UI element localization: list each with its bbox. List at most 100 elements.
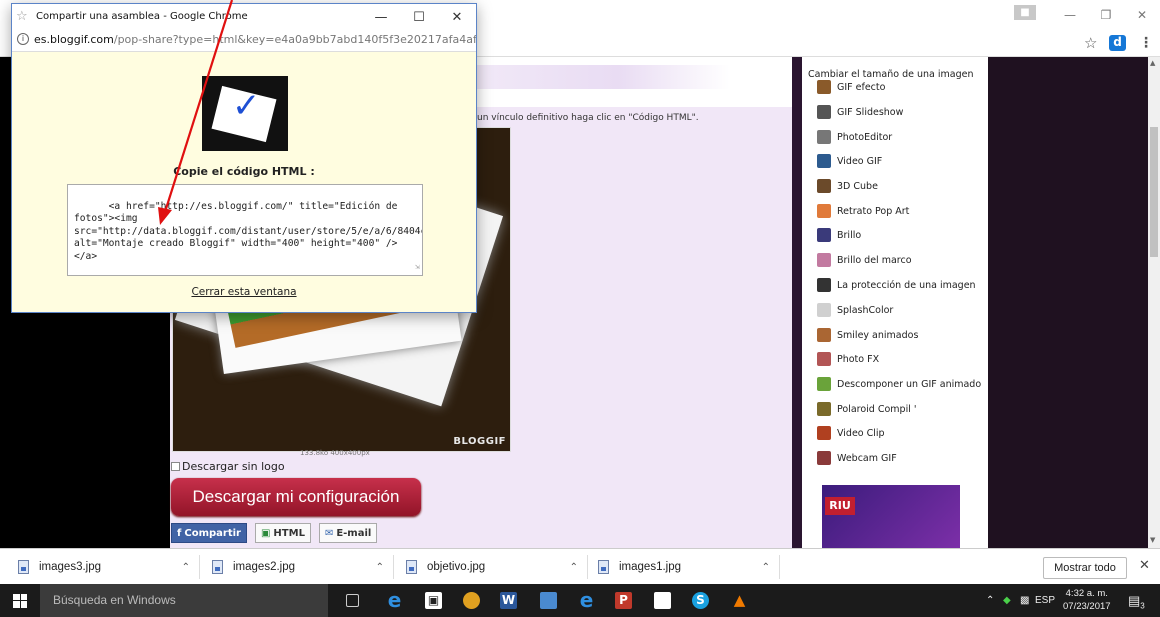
maximize-icon[interactable]: ☐ (400, 4, 438, 30)
share-html-button[interactable]: ▣ HTML (254, 523, 311, 543)
close-icon[interactable]: ✕ (1124, 0, 1160, 30)
tool-icon (817, 303, 831, 317)
tool-icon (817, 328, 831, 342)
share-facebook-button[interactable]: f Compartir (171, 523, 247, 543)
word-icon[interactable]: W (500, 592, 517, 609)
skype-icon[interactable]: S (692, 592, 709, 609)
sidebar-item[interactable]: Photo FX (817, 349, 879, 369)
minimize-icon[interactable]: — (362, 4, 400, 30)
taskbar-search[interactable]: Búsqueda en Windows (40, 584, 328, 617)
chevron-up-icon[interactable]: ⌃ (182, 562, 190, 573)
advertisement[interactable]: RIU (822, 485, 960, 548)
sidebar-item[interactable]: Webcam GIF (817, 448, 897, 468)
download-item[interactable]: objetivo.jpg ⌃ (406, 549, 578, 585)
popup-url[interactable]: es.bloggif.com/pop-share?type=html&key=e… (34, 33, 476, 46)
tray-expand-icon[interactable]: ⌃ (986, 584, 994, 617)
task-view-icon[interactable] (346, 594, 359, 607)
popup-address-bar[interactable]: i es.bloggif.com/pop-share?type=html&key… (12, 30, 476, 52)
tool-icon (817, 402, 831, 416)
sidebar-item[interactable]: Video GIF (817, 151, 882, 171)
sidebar-item[interactable]: Descomponer un GIF animado (817, 374, 981, 394)
downloads-shelf: images3.jpg ⌃ images2.jpg ⌃ objetivo.jpg ⌃ ima… (0, 548, 1160, 584)
preview-meta: 133.8ko 400x400px (300, 449, 370, 457)
minimize-icon[interactable]: — (1052, 0, 1088, 30)
show-all-downloads-button[interactable]: Mostrar todo (1043, 557, 1127, 579)
system-clock[interactable]: 4:32 a. m. 07/23/2017 (1063, 587, 1111, 613)
close-icon[interactable]: ✕ (438, 4, 476, 30)
sidebar-item-label: Polaroid Compil ' (837, 403, 917, 415)
share-popup-window: ☆ Compartir una asamblea - Google Chrome… (11, 3, 477, 313)
star-icon: ☆ (16, 9, 28, 24)
download-filename: images3.jpg (39, 561, 102, 573)
chevron-up-icon[interactable]: ⌃ (762, 562, 770, 573)
sidebar-item[interactable]: Polaroid Compil ' (817, 399, 917, 419)
info-icon[interactable]: i (17, 33, 29, 45)
popup-body: ✓ Copie el código HTML : <a href="http:/… (12, 52, 476, 312)
tool-icon (817, 228, 831, 242)
download-separator (199, 555, 200, 579)
scroll-up-icon[interactable]: ▲ (1150, 59, 1155, 67)
email-icon: ✉ (324, 527, 334, 539)
internet-explorer-icon[interactable]: e (578, 590, 595, 610)
download-item[interactable]: images3.jpg ⌃ (18, 549, 190, 585)
no-logo-checkbox[interactable] (171, 462, 180, 471)
tool-icon (817, 278, 831, 292)
edge-icon[interactable]: e (386, 590, 403, 610)
notifications-icon[interactable]: ▤3 (1128, 584, 1145, 617)
tool-icon (817, 130, 831, 144)
chrome-icon[interactable] (463, 592, 480, 609)
download-item[interactable]: images2.jpg ⌃ (212, 549, 384, 585)
restore-icon[interactable]: ❐ (1088, 0, 1124, 30)
sidebar-item[interactable]: La protección de una imagen (817, 275, 976, 295)
download-item[interactable]: images1.jpg ⌃ (598, 549, 770, 585)
sidebar-item-label: Photo FX (837, 353, 880, 365)
sidebar-item[interactable]: 3D Cube (817, 176, 878, 196)
sidebar-item-label: Webcam GIF (837, 452, 897, 464)
sidebar-item[interactable]: Smiley animados (817, 325, 918, 345)
sidebar-item[interactable]: Brillo del marco (817, 250, 912, 270)
preview-watermark: BLOGGIF (453, 436, 506, 447)
notification-count: 3 (1140, 601, 1145, 611)
extension-icon[interactable]: d (1109, 35, 1126, 51)
sidebar-item[interactable]: Retrato Pop Art (817, 201, 909, 221)
download-filename: objetivo.jpg (427, 561, 486, 573)
no-logo-option[interactable]: Descargar sin logo (171, 460, 285, 473)
network-icon[interactable]: ◆ (1003, 584, 1011, 617)
share-email-button[interactable]: ✉ E-mail (318, 523, 378, 543)
sidebar-item[interactable]: GIF efecto (817, 77, 885, 97)
tool-icon (817, 426, 831, 440)
sidebar-item[interactable]: Video Clip (817, 423, 885, 443)
sidebar-item-label: Video Clip (837, 427, 885, 439)
close-shelf-icon[interactable]: ✕ (1139, 558, 1150, 573)
store-icon[interactable]: ▣ (425, 592, 442, 609)
powerpoint-icon[interactable]: P (615, 592, 632, 609)
resize-grip-icon[interactable]: ⇲ (415, 261, 420, 274)
close-window-link[interactable]: Cerrar esta ventana (12, 286, 476, 298)
browser-menu-icon[interactable]: ⋮ (1139, 35, 1153, 51)
page-separator (792, 57, 802, 548)
photos-icon[interactable] (540, 592, 557, 609)
chevron-up-icon[interactable]: ⌃ (376, 562, 384, 573)
bookmark-star-icon[interactable]: ☆ (1084, 34, 1097, 52)
tool-icon (817, 154, 831, 168)
profile-avatar-icon[interactable]: ■ (1014, 5, 1036, 20)
start-button[interactable] (0, 584, 40, 617)
page-scrollbar[interactable]: ▲ ▼ (1148, 57, 1160, 548)
language-indicator[interactable]: ESP (1035, 584, 1055, 617)
download-separator (393, 555, 394, 579)
scroll-down-icon[interactable]: ▼ (1150, 536, 1155, 544)
sidebar-item-label: GIF efecto (837, 81, 886, 93)
chevron-up-icon[interactable]: ⌃ (570, 562, 578, 573)
sidebar-item[interactable]: GIF Slideshow (817, 102, 903, 122)
scroll-thumb[interactable] (1150, 127, 1158, 257)
battery-icon[interactable]: ▩ (1020, 584, 1029, 617)
sidebar-item[interactable]: SplashColor (817, 300, 893, 320)
sidebar-item[interactable]: Brillo (817, 225, 861, 245)
download-button[interactable]: Descargar mi configuración (171, 478, 421, 516)
image-file-icon (406, 560, 417, 574)
sidebar-item[interactable]: PhotoEditor (817, 127, 892, 147)
vlc-icon[interactable]: ▲ (731, 592, 748, 609)
camera-icon[interactable] (654, 592, 671, 609)
tool-icon (817, 451, 831, 465)
html-code-textarea[interactable]: <a href="http://es.bloggif.com/" title="… (67, 184, 423, 276)
